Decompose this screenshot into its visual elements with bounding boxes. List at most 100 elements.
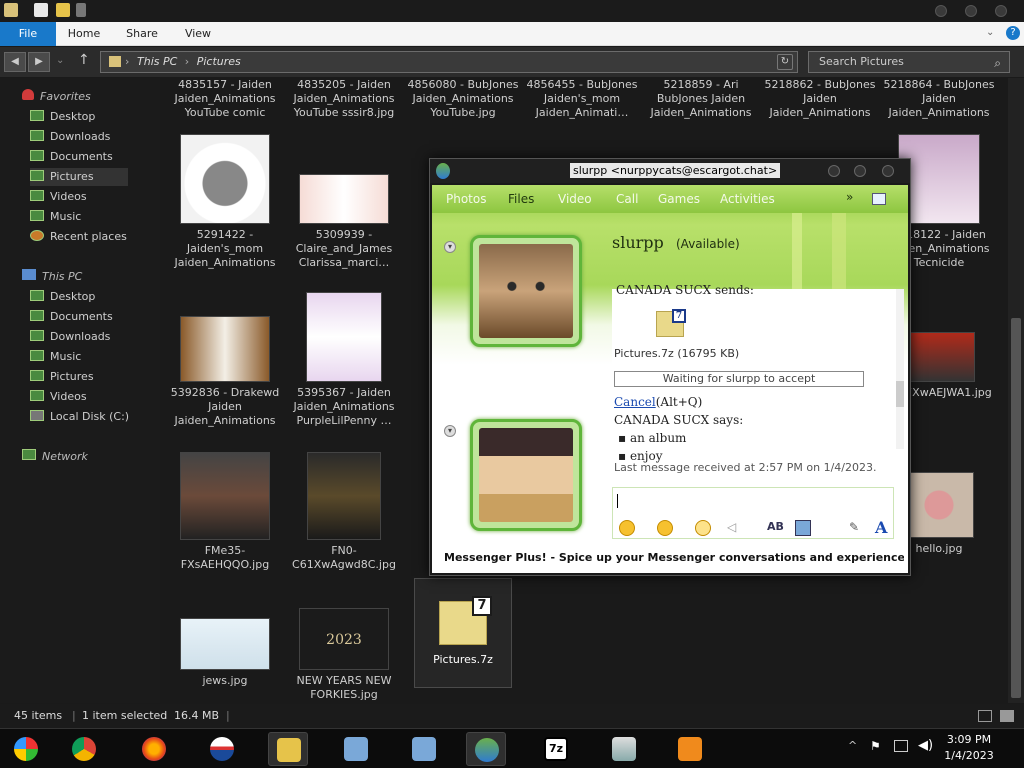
scrollbar-thumb[interactable] xyxy=(1011,318,1021,698)
nav-pc-local-disk[interactable]: Local Disk (C:) xyxy=(30,408,129,426)
flag-icon[interactable]: ⚑ xyxy=(870,739,881,753)
taskbar-media-player[interactable] xyxy=(670,732,710,766)
close-button[interactable] xyxy=(995,5,1007,17)
more-tabs-button[interactable]: » xyxy=(846,190,853,204)
file-item-selected[interactable]: 7 Pictures.7z xyxy=(414,578,512,688)
taskbar-chrome[interactable] xyxy=(64,732,104,766)
tab-activities[interactable]: Activities xyxy=(720,192,775,206)
nav-fav-desktop[interactable]: Desktop xyxy=(30,108,95,126)
chat-titlebar[interactable]: slurpp <nurppycats@escargot.chat> xyxy=(430,159,910,183)
text-style-icon[interactable]: A xyxy=(875,518,891,537)
minimize-button[interactable] xyxy=(935,5,947,17)
vertical-scrollbar[interactable] xyxy=(1008,78,1024,703)
tab-video[interactable]: Video xyxy=(558,192,592,206)
collapse-icon[interactable]: ▾ xyxy=(444,425,456,437)
chevron-down-icon[interactable]: ⌄ xyxy=(986,27,998,39)
nav-pc-desktop[interactable]: Desktop xyxy=(30,288,95,306)
help-icon[interactable]: ? xyxy=(1006,26,1020,40)
up-arrow-icon[interactable]: ↑ xyxy=(78,52,90,68)
chat-maximize-button[interactable] xyxy=(854,165,866,177)
nav-pc-music[interactable]: Music xyxy=(30,348,81,366)
refresh-icon[interactable]: ↻ xyxy=(777,54,793,70)
file-item[interactable]: 5392836 - Drakewd Jaiden Jaiden_Animatio… xyxy=(166,292,284,428)
breadcrumb-this-pc[interactable]: This PC xyxy=(137,55,177,68)
font-icon[interactable]: AB xyxy=(767,520,785,536)
tab-share[interactable]: Share xyxy=(120,22,164,46)
history-scrollbar[interactable] xyxy=(896,289,904,449)
taskbar-installer[interactable] xyxy=(336,732,376,766)
user-avatar[interactable] xyxy=(470,419,582,531)
taskbar-clock[interactable]: 3:09 PM 1/4/2023 xyxy=(934,732,1004,764)
taskbar-installer-2[interactable] xyxy=(404,732,444,766)
ad-banner[interactable]: Messenger Plus! - Spice up your Messenge… xyxy=(444,551,904,564)
tab-file[interactable]: File xyxy=(0,22,56,46)
nav-pc-videos[interactable]: Videos xyxy=(30,388,87,406)
file-item[interactable]: 5218859 - Ari BubJones Jaiden Jaiden_Ani… xyxy=(642,78,760,120)
file-item[interactable]: FN0-C61XwAgwd8C.jpg xyxy=(285,452,403,572)
nav-pc-pictures[interactable]: Pictures xyxy=(30,368,94,386)
search-icon[interactable]: ⌕ xyxy=(994,53,1001,73)
file-item[interactable]: FMe35-FXsAEHQQO.jpg xyxy=(166,452,284,572)
background-icon[interactable] xyxy=(795,520,811,536)
message-input[interactable]: ◁ AB ✎ A xyxy=(612,487,894,539)
messenger-chat-window[interactable]: slurpp <nurppycats@escargot.chat> Photos… xyxy=(429,158,911,576)
nav-network[interactable]: Network xyxy=(22,448,88,466)
nav-pc-downloads[interactable]: Downloads xyxy=(30,328,110,346)
file-item[interactable]: 4856080 - BubJones Jaiden_Animations You… xyxy=(404,78,522,120)
show-hidden-icons-icon[interactable]: ^ xyxy=(848,739,857,752)
start-button[interactable] xyxy=(6,732,46,766)
file-item[interactable]: 5291422 - Jaiden's_mom Jaiden_Animations… xyxy=(166,134,284,270)
taskbar-file-explorer[interactable] xyxy=(268,732,308,766)
nav-fav-pictures[interactable]: Pictures xyxy=(30,168,128,186)
chat-minimize-button[interactable] xyxy=(828,165,840,177)
nav-fav-downloads[interactable]: Downloads xyxy=(30,128,110,146)
wink-icon[interactable] xyxy=(657,520,673,536)
nav-fav-music[interactable]: Music xyxy=(30,208,81,226)
recent-locations-icon[interactable]: ⌄ xyxy=(56,55,64,66)
collapse-icon[interactable]: ▾ xyxy=(444,241,456,253)
back-button[interactable]: ◀ xyxy=(4,52,26,72)
taskbar-firefox[interactable] xyxy=(134,732,174,766)
nav-fav-videos[interactable]: Videos xyxy=(30,188,87,206)
taskbar-app[interactable] xyxy=(202,732,242,766)
forward-button[interactable]: ▶ xyxy=(28,52,50,72)
tab-call[interactable]: Call xyxy=(616,192,638,206)
menu-icon[interactable] xyxy=(872,193,886,205)
tab-files[interactable]: Files xyxy=(508,192,534,206)
file-item[interactable]: jews.jpg xyxy=(166,618,284,688)
tab-games[interactable]: Games xyxy=(658,192,700,206)
chevron-down-icon[interactable] xyxy=(76,3,86,17)
nudge-icon[interactable] xyxy=(695,520,711,536)
nav-fav-documents[interactable]: Documents xyxy=(30,148,113,166)
tab-home[interactable]: Home xyxy=(62,22,106,46)
nav-this-pc[interactable]: This PC xyxy=(22,268,82,286)
large-icons-view-button[interactable] xyxy=(1000,710,1014,722)
nav-fav-recent[interactable]: Recent places xyxy=(30,228,127,246)
voice-clip-icon[interactable]: ◁ xyxy=(727,520,743,536)
file-item[interactable]: 4835157 - Jaiden Jaiden_Animations YouTu… xyxy=(166,78,284,120)
address-bar[interactable]: › This PC › Pictures ↻ xyxy=(100,51,798,73)
chat-close-button[interactable] xyxy=(882,165,894,177)
file-item[interactable]: 5309939 - Claire_and_James Clarissa_marc… xyxy=(285,134,403,270)
volume-icon[interactable]: ◀) xyxy=(918,738,933,753)
nav-pc-documents[interactable]: Documents xyxy=(30,308,113,326)
tab-photos[interactable]: Photos xyxy=(446,192,486,206)
maximize-button[interactable] xyxy=(965,5,977,17)
file-item[interactable]: 4856455 - BubJones Jaiden's_mom Jaiden_A… xyxy=(523,78,641,120)
handwriting-icon[interactable]: ✎ xyxy=(849,520,865,536)
taskbar-messenger[interactable] xyxy=(466,732,506,766)
new-folder-icon[interactable] xyxy=(56,3,70,17)
contact-avatar[interactable] xyxy=(470,235,582,347)
taskbar-7zip[interactable]: 7z xyxy=(536,732,576,766)
file-item[interactable]: 4835205 - Jaiden Jaiden_Animations YouTu… xyxy=(285,78,403,120)
breadcrumb-pictures[interactable]: Pictures xyxy=(197,55,241,68)
archive-7z-icon[interactable]: 7 xyxy=(656,309,686,337)
taskbar-monitor[interactable] xyxy=(604,732,644,766)
cancel-link[interactable]: Cancel xyxy=(614,395,656,409)
tab-view[interactable]: View xyxy=(178,22,218,46)
file-item[interactable]: 5218864 - BubJones Jaiden Jaiden_Animati… xyxy=(880,78,998,120)
search-input[interactable]: Search Pictures ⌕ xyxy=(808,51,1010,73)
details-view-button[interactable] xyxy=(978,710,992,722)
file-item[interactable]: 2023 NEW YEARS NEW FORKIES.jpg xyxy=(285,608,403,702)
file-item[interactable]: 5218862 - BubJones Jaiden Jaiden_Animati… xyxy=(761,78,879,120)
